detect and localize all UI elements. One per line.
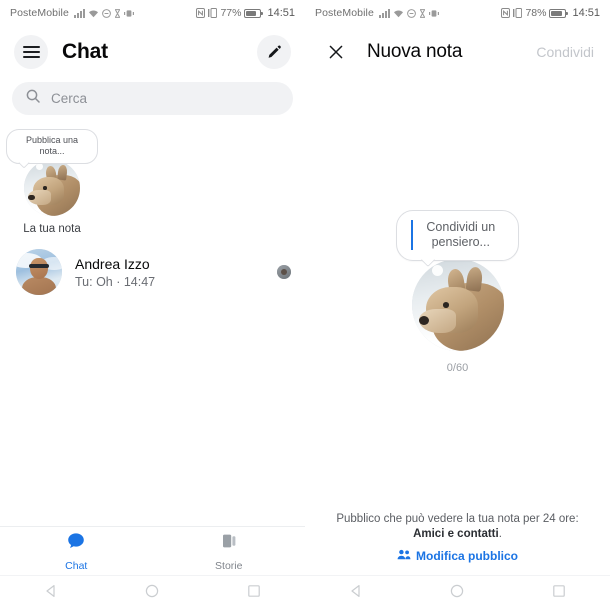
- stories-icon: [219, 531, 239, 556]
- search-container: Cerca: [0, 78, 305, 115]
- chat-text-block: Andrea Izzo Tu: Oh · 14:47: [75, 255, 277, 290]
- signal-bars-icon: [378, 8, 390, 18]
- android-nav-bar-right: [305, 575, 610, 610]
- contact-avatar[interactable]: [16, 249, 62, 295]
- close-x-icon[interactable]: [319, 35, 353, 69]
- chat-list: Andrea Izzo Tu: Oh · 14:47: [0, 243, 305, 301]
- signal-bars-icon: [73, 8, 85, 18]
- people-icon: [397, 547, 411, 565]
- your-note-cell[interactable]: Pubblica una nota... La tua nota: [0, 129, 98, 235]
- status-right-icons-right: 78% 14:51: [501, 7, 600, 19]
- tab-chat[interactable]: Chat: [0, 531, 153, 572]
- note-app-bar: Nuova nota Condividi: [305, 26, 610, 78]
- hamburger-menu-icon[interactable]: [14, 35, 48, 69]
- pencil-glyph: [268, 45, 281, 58]
- status-clock: 14:51: [572, 7, 600, 19]
- battery-icon: [244, 8, 264, 18]
- android-nav-bar: [0, 575, 305, 610]
- status-clock: 14:51: [267, 7, 295, 19]
- carrier-label: PosteMobile: [10, 7, 69, 19]
- contact-name: Andrea Izzo: [75, 255, 150, 272]
- chat-bubble-icon: [66, 531, 86, 556]
- wifi-icon: [393, 9, 404, 18]
- recents-square-icon[interactable]: [551, 583, 567, 604]
- receipt-photo: [277, 265, 291, 279]
- read-receipt-avatar: [277, 265, 291, 279]
- dnd-icon: [406, 8, 416, 18]
- note-label: La tua nota: [23, 223, 81, 235]
- status-left-icons-right: [378, 8, 439, 18]
- man-photo: [16, 249, 62, 295]
- search-input[interactable]: Cerca: [12, 82, 293, 115]
- message-preview: Tu: Oh · 14:47: [75, 274, 156, 289]
- search-icon: [26, 89, 40, 108]
- sim-icon: [208, 8, 218, 18]
- chat-app-bar: Chat: [0, 26, 305, 78]
- status-bar: PosteMobile 77% 14:51: [0, 0, 305, 26]
- audience-suffix: .: [498, 528, 502, 540]
- hourglass-icon: [419, 8, 426, 18]
- search-placeholder: Cerca: [51, 91, 88, 106]
- tab-chat-label: Chat: [65, 559, 88, 572]
- page-title: Nuova nota: [367, 41, 463, 62]
- hamburger-glyph: [22, 46, 40, 58]
- left-screen-chat: PosteMobile 77% 14:51 Chat Cerca Pubblic…: [0, 0, 305, 610]
- dog-photo: [24, 160, 80, 216]
- table-row[interactable]: Andrea Izzo Tu: Oh · 14:47: [0, 243, 305, 301]
- battery-percent: 77%: [220, 7, 242, 19]
- vibrate-icon: [428, 9, 439, 18]
- dog-avatar: [411, 259, 504, 351]
- home-circle-icon[interactable]: [144, 583, 160, 604]
- edit-audience-label: Modifica pubblico: [416, 549, 518, 563]
- note-bubble[interactable]: Pubblica una nota...: [6, 129, 98, 164]
- note-composer: Condividi un pensiero... 0/60: [305, 78, 610, 512]
- pencil-edit-icon[interactable]: [257, 35, 291, 69]
- status-left-icons: [73, 8, 134, 18]
- tab-storie[interactable]: Storie: [153, 531, 306, 572]
- character-counter: 0/60: [446, 362, 469, 374]
- dnd-icon: [101, 8, 111, 18]
- bottom-navigation: Chat Storie: [0, 526, 305, 575]
- status-right-icons: 77% 14:51: [196, 7, 295, 19]
- hourglass-icon: [114, 8, 121, 18]
- edit-audience-button[interactable]: Modifica pubblico: [323, 547, 592, 565]
- share-button[interactable]: Condividi: [536, 44, 596, 60]
- dual-screenshot-container: PosteMobile 77% 14:51 Chat Cerca Pubblic…: [0, 0, 610, 610]
- battery-percent: 78%: [525, 7, 547, 19]
- right-screen-new-note: PosteMobile 78% 14:51 Nuova nota Condivi…: [305, 0, 610, 610]
- audience-description: Pubblico che può vedere la tua nota per …: [323, 512, 592, 542]
- vibrate-icon: [123, 9, 134, 18]
- audience-value: Amici e contatti: [413, 528, 499, 540]
- note-input-bubble[interactable]: Condividi un pensiero...: [396, 210, 519, 261]
- audience-prefix: Pubblico che può vedere la tua nota per …: [336, 513, 579, 525]
- text-caret: [411, 220, 413, 250]
- dog-photo: [411, 259, 504, 351]
- recents-square-icon[interactable]: [246, 583, 262, 604]
- nfc-icon: [196, 8, 206, 18]
- back-triangle-icon[interactable]: [43, 583, 59, 604]
- home-circle-icon[interactable]: [449, 583, 465, 604]
- status-bar-right: PosteMobile 78% 14:51: [305, 0, 610, 26]
- tab-storie-label: Storie: [215, 559, 243, 572]
- nfc-icon: [501, 8, 511, 18]
- audience-section: Pubblico che può vedere la tua nota per …: [305, 512, 610, 575]
- battery-icon: [549, 8, 569, 18]
- note-placeholder: Condividi un pensiero...: [426, 220, 496, 249]
- wifi-icon: [88, 9, 99, 18]
- sim-icon: [513, 8, 523, 18]
- dog-avatar[interactable]: [24, 160, 80, 216]
- page-title: Chat: [62, 40, 108, 63]
- carrier-label-right: PosteMobile: [315, 7, 374, 19]
- notes-row: Pubblica una nota... La tua nota: [0, 115, 305, 237]
- back-triangle-icon[interactable]: [348, 583, 364, 604]
